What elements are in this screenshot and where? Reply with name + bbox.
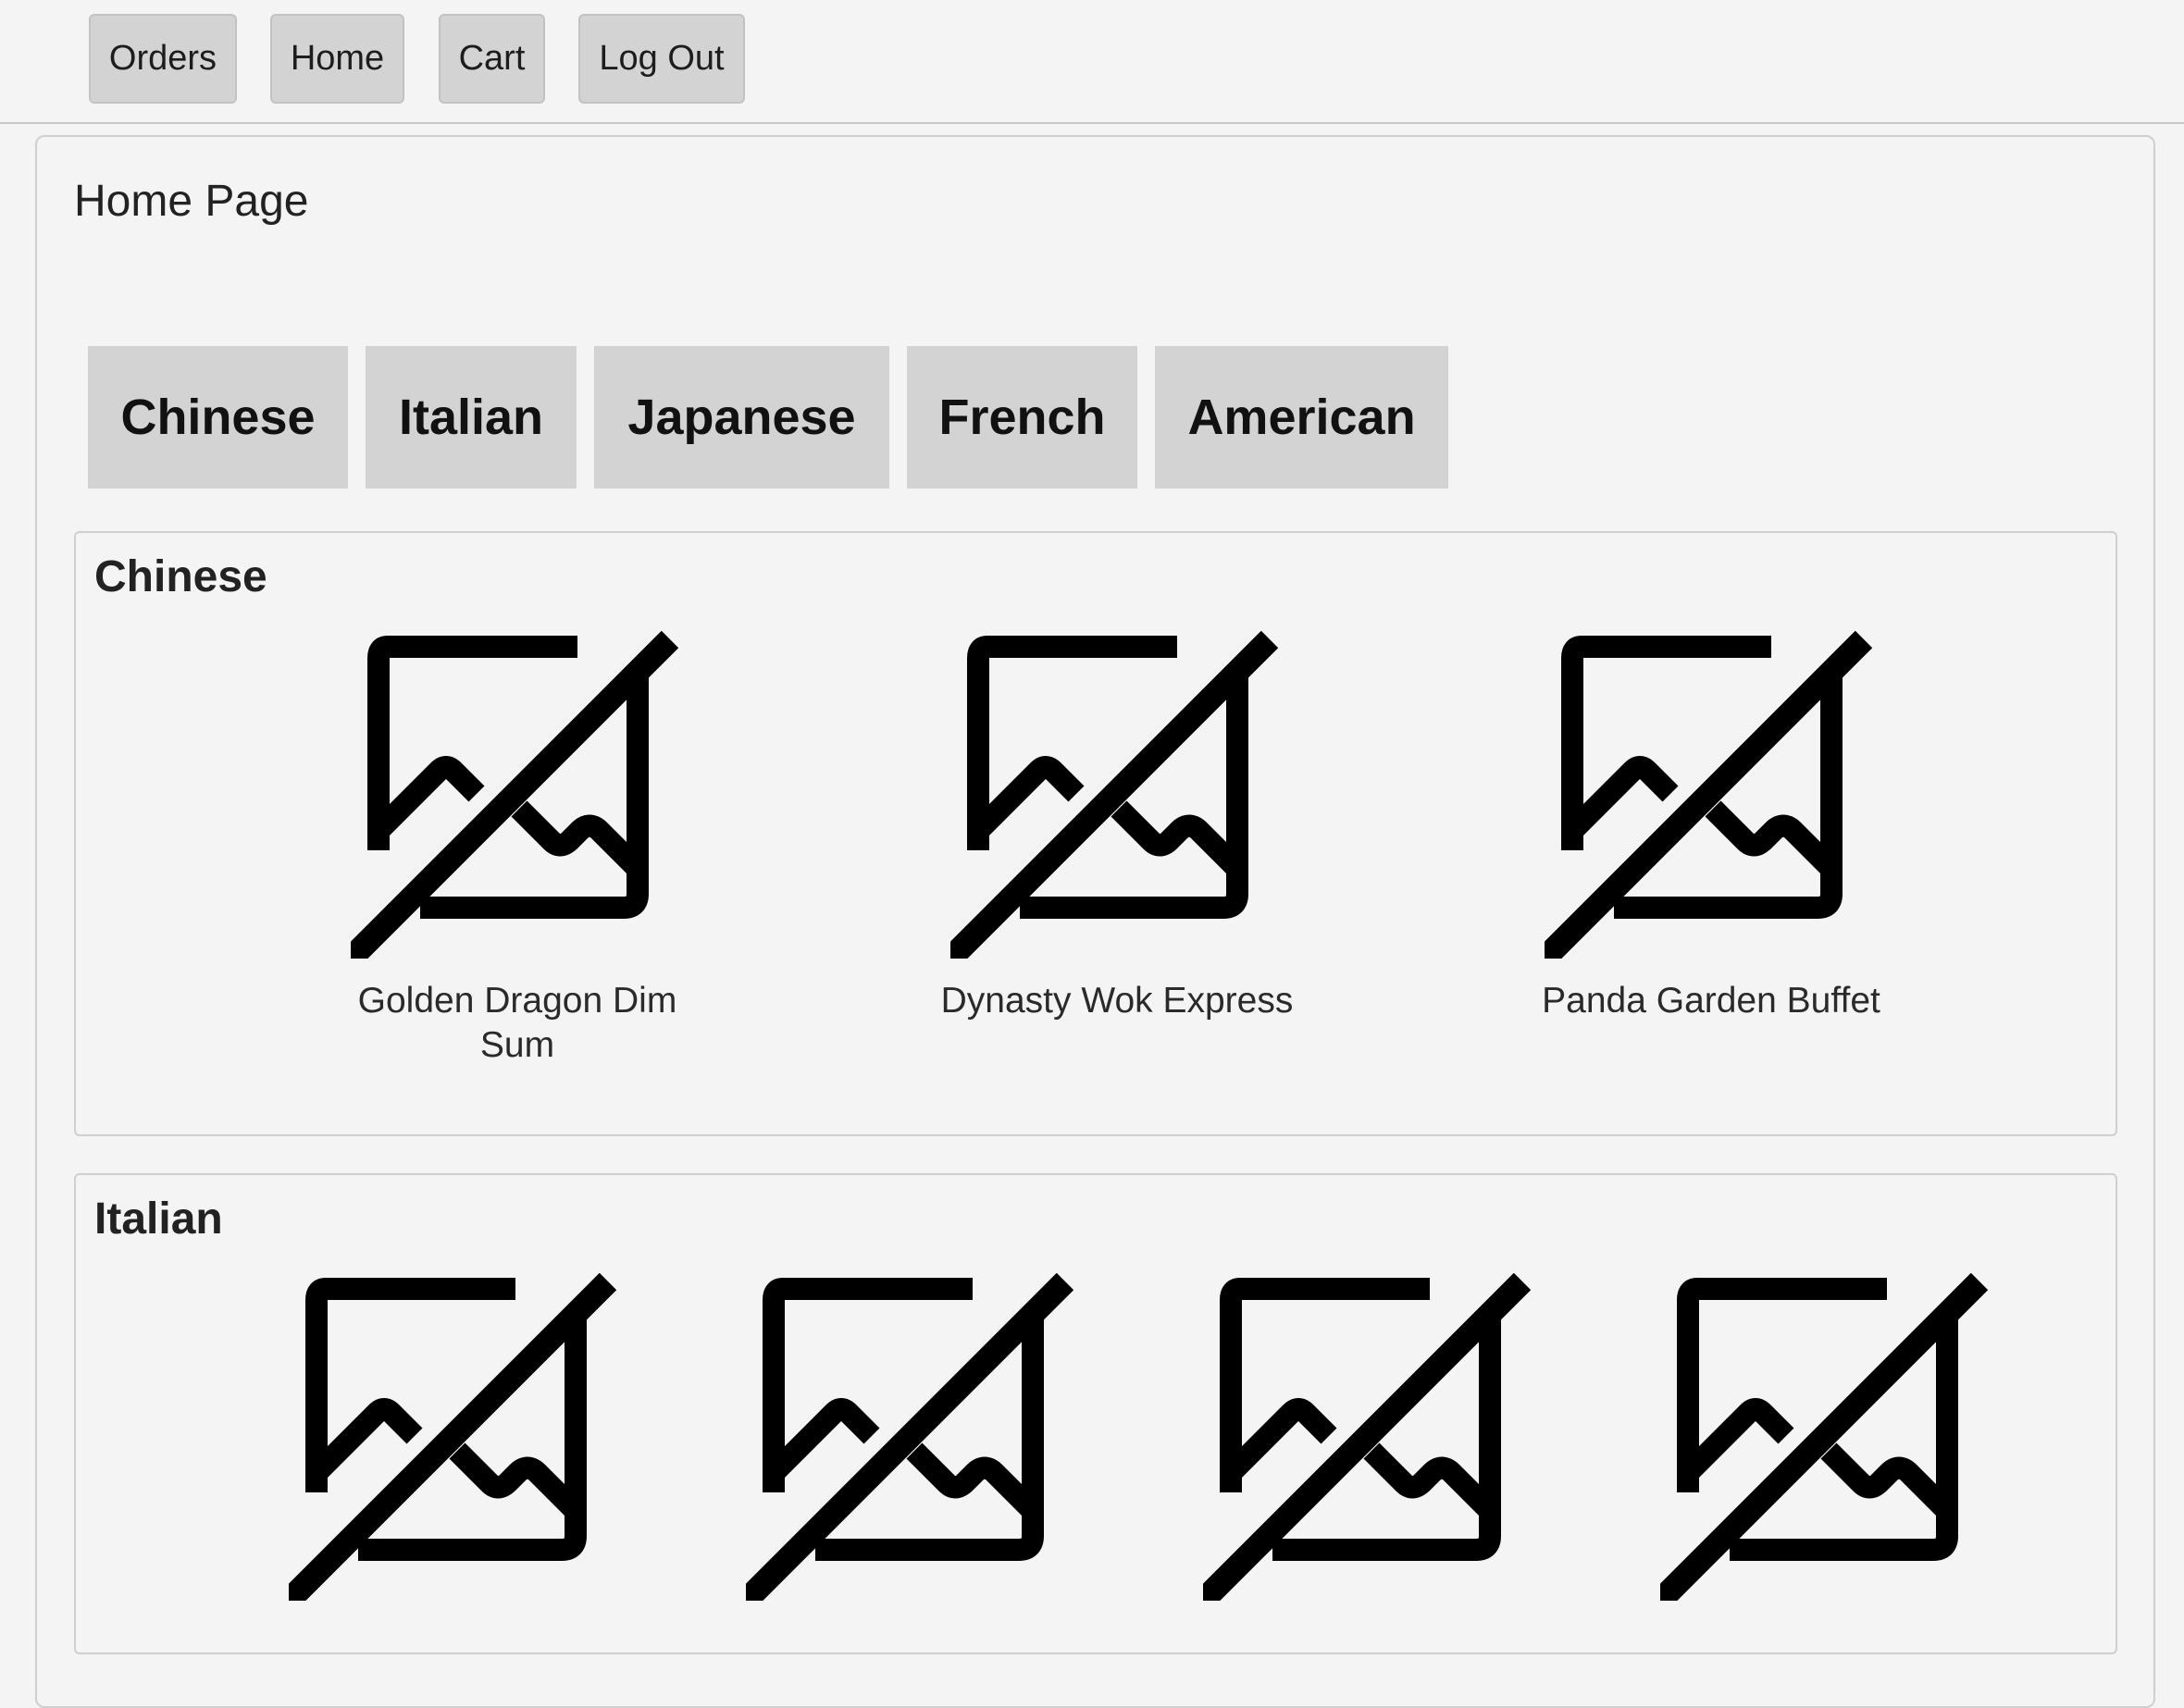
category-button-chinese[interactable]: Chinese xyxy=(88,346,348,489)
orders-button[interactable]: Orders xyxy=(89,14,237,104)
broken-image-icon xyxy=(1660,1268,1993,1601)
restaurant-name: Dynasty Wok Express xyxy=(940,981,1294,1021)
top-nav-bar: Orders Home Cart Log Out xyxy=(0,0,2184,124)
section-title-chinese: Chinese xyxy=(94,552,267,601)
page-title: Home Page xyxy=(74,177,309,226)
broken-image-icon xyxy=(746,1268,1079,1601)
restaurant-card[interactable]: Panda Garden Buffet xyxy=(1526,625,1896,1023)
category-button-french[interactable]: French xyxy=(907,346,1137,489)
broken-image-icon xyxy=(1203,1268,1536,1601)
broken-image-icon xyxy=(1545,625,1878,959)
category-button-japanese[interactable]: Japanese xyxy=(594,346,889,489)
restaurant-name: Panda Garden Buffet xyxy=(1542,981,1880,1021)
home-button[interactable]: Home xyxy=(270,14,404,104)
restaurant-name: Golden Dragon Dim Sum xyxy=(357,981,677,1065)
broken-image-icon xyxy=(289,1268,622,1601)
restaurant-card[interactable] xyxy=(737,1268,1088,1601)
section-italian: Italian xyxy=(74,1173,2117,1654)
section-chinese: Chinese Golden Dragon Dim Sum Dynasty Wo… xyxy=(74,531,2117,1136)
restaurant-card[interactable]: Dynasty Wok Express xyxy=(932,625,1302,1023)
log-out-button[interactable]: Log Out xyxy=(578,14,745,104)
cart-button[interactable]: Cart xyxy=(439,14,545,104)
category-button-italian[interactable]: Italian xyxy=(366,346,577,489)
restaurant-card[interactable] xyxy=(1194,1268,1545,1601)
restaurant-card[interactable]: Golden Dragon Dim Sum xyxy=(341,625,693,1068)
section-title-italian: Italian xyxy=(94,1194,223,1244)
broken-image-icon xyxy=(950,625,1284,959)
restaurant-card[interactable] xyxy=(279,1268,631,1601)
category-button-american[interactable]: American xyxy=(1155,346,1448,489)
restaurant-card[interactable] xyxy=(1651,1268,2003,1601)
broken-image-icon xyxy=(351,625,684,959)
